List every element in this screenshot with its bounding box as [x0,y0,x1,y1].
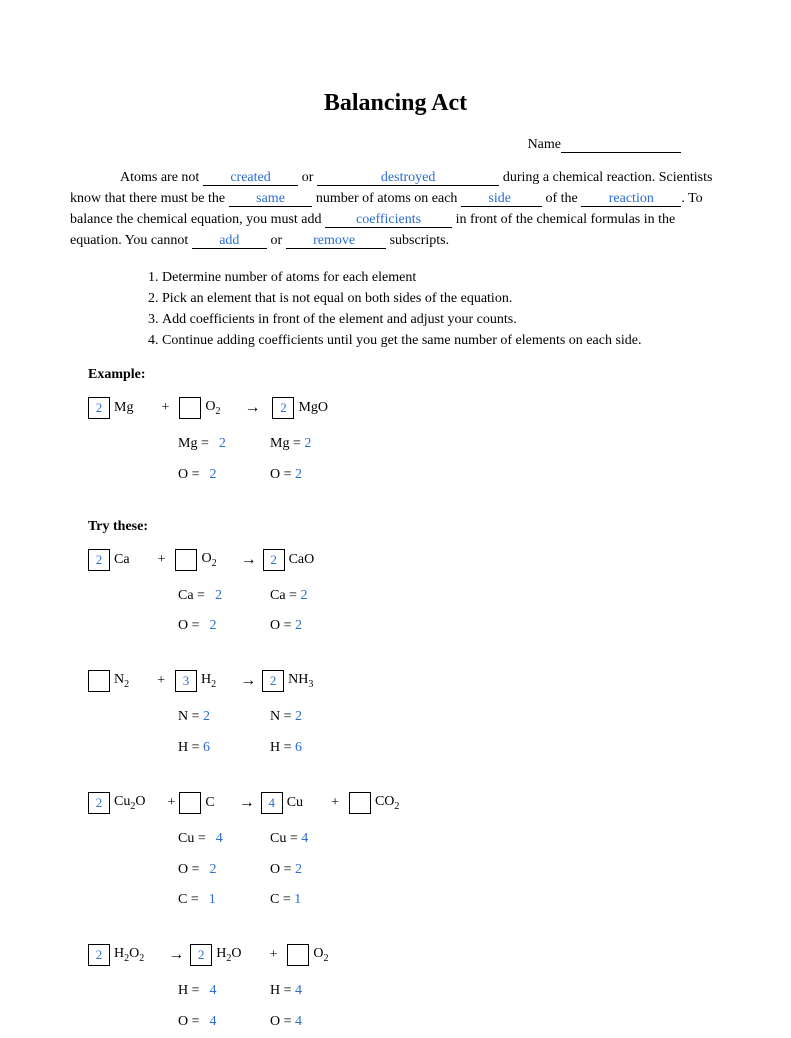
left-counts: Ca =2 O =2 [88,581,250,643]
arrow-icon: → [240,672,256,690]
formula-co2: CO2 [375,794,399,812]
page-title: Balancing Act [70,90,721,117]
fill-remove: remove [309,233,359,249]
formula-mgo: MgO [298,400,328,416]
left-counts: H =4 O =4 [88,976,250,1038]
equation-block-4: 2Cu2O + C → 4Cu + CO2 Cu =4 O =2 C =1 Cu… [70,792,721,916]
coeff-box: 2 [262,670,284,692]
formula-h2o: H2O [216,946,241,964]
equation-row: 2H2O2 → 2H2O + O2 [88,944,721,966]
arrow-icon: → [239,794,255,812]
arrow-icon: → [168,946,184,964]
plus-icon: + [158,552,166,568]
left-counts: Cu =4 O =2 C =1 [88,824,250,916]
formula-cao: CaO [289,552,315,568]
coeff-box [88,670,110,692]
coeff-box: 4 [261,792,283,814]
step-item: Continue adding coefficients until you g… [162,330,721,351]
plus-icon: + [161,400,169,416]
arrow-icon: → [244,399,260,417]
fill-add: add [215,233,243,249]
coeff-box: 2 [88,549,110,571]
name-field-row: Name [70,137,721,153]
equation-row: 2Cu2O + C → 4Cu + CO2 [88,792,721,814]
example-label: Example: [88,367,721,383]
equation-row: N2 + 3H2 → 2NH3 [88,670,721,692]
fill-created: created [226,170,274,186]
formula-n2: N2 [114,672,129,690]
name-blank [561,152,681,153]
coeff-box [349,792,371,814]
fill-destroyed: destroyed [351,170,465,186]
step-item: Pick an element that is not equal on bot… [162,288,721,309]
plus-icon: + [157,673,165,689]
coeff-box [179,792,201,814]
step-item: Determine number of atoms for each eleme… [162,267,721,288]
name-label: Name [528,137,561,152]
right-counts: Mg = 2 O = 2 [250,429,311,491]
equation-row: 2Mg + O2 → 2MgO [88,397,721,419]
steps-list: Determine number of atoms for each eleme… [162,267,721,351]
right-counts: Ca = 2 O = 2 [250,581,307,643]
coeff-box: 2 [272,397,294,419]
plus-icon: + [167,795,175,811]
left-counts: N = 2 H = 6 [88,702,250,764]
equation-block-1: 2Mg + O2 → 2MgO Mg =2 O =2 Mg = 2 O = 2 [70,397,721,491]
formula-o2: O2 [205,399,220,417]
coeff-box [179,397,201,419]
formula-h2o2: H2O2 [114,946,144,964]
fill-same: same [252,191,289,207]
coeff-box: 2 [190,944,212,966]
left-counts: Mg =2 O =2 [88,429,250,491]
intro-text: Atoms are not [120,170,203,185]
equation-row: 2Ca + O2 → 2CaO [88,549,721,571]
fill-reaction: reaction [605,191,658,207]
coeff-box: 2 [88,944,110,966]
plus-icon: + [331,795,339,811]
try-label: Try these: [88,519,721,535]
step-item: Add coefficients in front of the element… [162,309,721,330]
formula-h2: H2 [201,672,216,690]
fill-coefficients: coefficients [352,212,425,228]
formula-mg: Mg [114,400,133,416]
formula-c: C [205,795,214,811]
right-counts: H = 4 O = 4 [250,976,302,1038]
right-counts: Cu = 4 O = 2 C = 1 [250,824,308,916]
coeff-box: 2 [88,397,110,419]
formula-ca: Ca [114,552,130,568]
fill-side: side [484,191,515,207]
formula-nh3: NH3 [288,672,313,690]
right-counts: N = 2 H = 6 [250,702,302,764]
formula-o2: O2 [313,946,328,964]
coeff-box [175,549,197,571]
coeff-box: 3 [175,670,197,692]
plus-icon: + [270,947,278,963]
coeff-box: 2 [263,549,285,571]
coeff-box [287,944,309,966]
formula-o2: O2 [201,551,216,569]
equation-block-3: N2 + 3H2 → 2NH3 N = 2 H = 6 N = 2 H = 6 [70,670,721,764]
formula-cu: Cu [287,795,303,811]
formula-cu2o: Cu2O [114,794,145,812]
coeff-box: 2 [88,792,110,814]
equation-block-2: 2Ca + O2 → 2CaO Ca =2 O =2 Ca = 2 O = 2 [70,549,721,643]
intro-paragraph: Atoms are not .created. or ....destroyed… [70,167,721,251]
arrow-icon: → [241,551,257,569]
